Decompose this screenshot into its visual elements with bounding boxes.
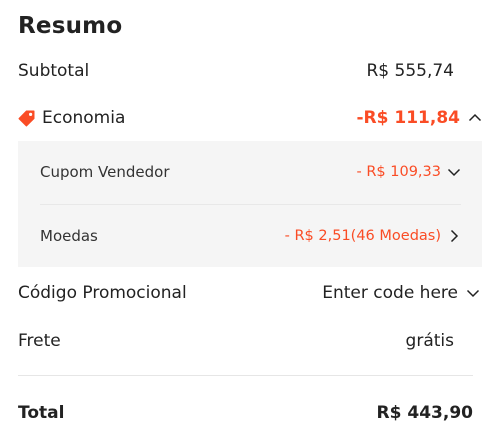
economia-label-group: Economia [18, 108, 125, 128]
discount-details-panel: Cupom Vendedor - R$ 109,33 Moedas - R$ 2… [18, 141, 482, 267]
subtotal-value: R$ 555,74 [366, 61, 454, 81]
economia-value: -R$ 111,84 [356, 108, 461, 128]
frete-row: Frete grátis [18, 329, 454, 353]
total-divider [18, 375, 473, 376]
cupom-vendedor-value-group: - R$ 109,33 [357, 164, 462, 180]
moedas-label: Moedas [40, 227, 98, 245]
moedas-row[interactable]: Moedas - R$ 2,51(46 Moedas) [40, 225, 461, 247]
frete-label: Frete [18, 331, 61, 351]
total-label: Total [18, 403, 65, 423]
total-value: R$ 443,90 [376, 403, 473, 423]
chevron-up-icon[interactable] [468, 111, 482, 125]
tag-icon [18, 109, 36, 127]
chevron-down-icon[interactable] [447, 165, 461, 179]
promo-code-input[interactable]: Enter code here [322, 283, 480, 303]
economia-toggle[interactable]: Economia -R$ 111,84 [18, 106, 482, 130]
summary-title: Resumo [18, 13, 123, 39]
total-row: Total R$ 443,90 [18, 401, 473, 425]
subtotal-label: Subtotal [18, 61, 90, 81]
promo-code-placeholder: Enter code here [322, 283, 458, 303]
cupom-vendedor-label: Cupom Vendedor [40, 163, 170, 181]
moedas-value-group: - R$ 2,51(46 Moedas) [285, 228, 461, 244]
frete-value: grátis [405, 331, 454, 351]
moedas-value: - R$ 2,51(46 Moedas) [284, 228, 441, 244]
subtotal-row: Subtotal R$ 555,74 [18, 59, 454, 83]
economia-label: Economia [42, 108, 126, 128]
economia-value-group: -R$ 111,84 [357, 108, 483, 128]
cupom-vendedor-value: - R$ 109,33 [356, 164, 442, 180]
panel-divider [40, 204, 461, 205]
cupom-vendedor-row[interactable]: Cupom Vendedor - R$ 109,33 [40, 161, 461, 183]
promo-code-label: Código Promocional [18, 283, 187, 303]
promo-code-row[interactable]: Código Promocional Enter code here [18, 281, 480, 305]
chevron-down-icon[interactable] [466, 286, 480, 300]
chevron-right-icon[interactable] [447, 229, 461, 243]
